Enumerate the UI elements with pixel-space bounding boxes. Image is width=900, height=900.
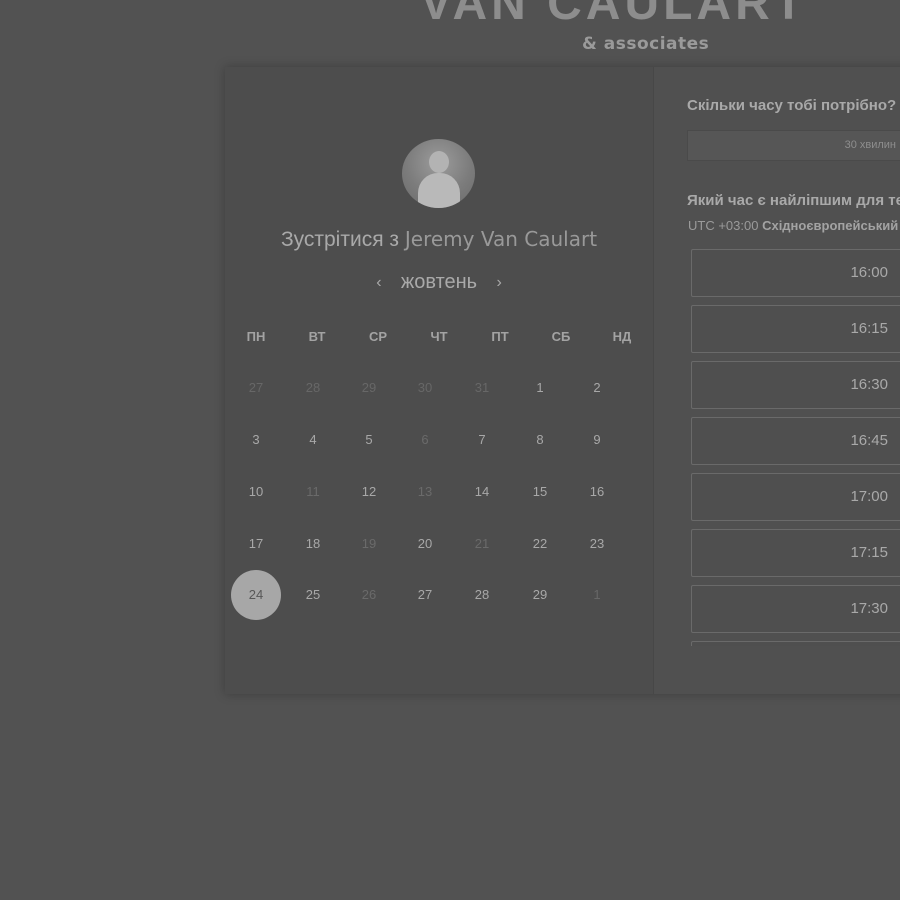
- calendar-day: 30: [417, 380, 433, 395]
- calendar-day[interactable]: 3: [231, 415, 281, 465]
- time-slot-list: 16:00 16:15 16:30 16:45 17:00 17:15 17:30 17:45: [691, 249, 900, 646]
- avatar-body: [418, 173, 460, 208]
- calendar-day[interactable]: 4: [288, 415, 338, 465]
- calendar-day[interactable]: 8: [515, 415, 565, 465]
- host-name: Jeremy Van Caulart: [404, 227, 598, 251]
- calendar-day: 1: [593, 587, 601, 602]
- calendar-day: 19: [361, 536, 377, 551]
- month-navigation: ‹ жовтень ›: [225, 271, 653, 297]
- calendar-day[interactable]: 25: [288, 570, 338, 620]
- time-slot-button[interactable]: 17:30: [691, 585, 900, 633]
- time-slot-button[interactable]: 16:30: [691, 361, 900, 409]
- calendar-day[interactable]: 27: [400, 570, 450, 620]
- calendar-day[interactable]: 5: [344, 415, 394, 465]
- timezone-offset: UTC +03:00: [688, 218, 763, 233]
- month-label: жовтень: [400, 271, 478, 294]
- time-slot-button[interactable]: 17:00: [691, 473, 900, 521]
- calendar-day[interactable]: 20: [400, 519, 450, 569]
- calendar-panel: Зустрітися з Jeremy Van Caulart ‹ жовтень…: [225, 67, 653, 694]
- weekday-label: ПТ: [491, 329, 509, 344]
- time-slot-button[interactable]: 16:00: [691, 249, 900, 297]
- calendar-day[interactable]: 9: [572, 415, 622, 465]
- duration-label: Скільки часу тобі потрібно?: [687, 97, 897, 114]
- calendar-day[interactable]: 15: [515, 467, 565, 517]
- time-label: Який час є найліпшим для тебе?: [687, 192, 900, 209]
- brand-logo-subtitle: & associates: [582, 34, 710, 54]
- meet-prefix: Зустрітися з: [280, 228, 405, 251]
- calendar-day[interactable]: 7: [457, 415, 507, 465]
- meet-title: Зустрітися з Jeremy Van Caulart: [225, 227, 653, 252]
- calendar-day[interactable]: 1: [515, 363, 565, 413]
- calendar-day[interactable]: 22: [515, 519, 565, 569]
- weekday-label: ВТ: [308, 329, 326, 344]
- calendar-day[interactable]: 17: [231, 519, 281, 569]
- chevron-right-icon[interactable]: ›: [489, 274, 509, 292]
- brand-logo-title: VAN CAULART: [420, 0, 808, 30]
- duration-select[interactable]: 30 хвилин: [687, 130, 900, 161]
- weekday-label: ПН: [246, 329, 266, 344]
- time-slot-button[interactable]: 17:45: [691, 641, 900, 646]
- booking-card: Зустрітися з Jeremy Van Caulart ‹ жовтень…: [225, 67, 900, 694]
- avatar: [402, 139, 475, 208]
- calendar-day: 31: [474, 380, 490, 395]
- time-slot-button[interactable]: 16:45: [691, 417, 900, 465]
- calendar-day[interactable]: 14: [457, 467, 507, 517]
- calendar-day: 11: [306, 484, 320, 499]
- calendar-day[interactable]: 23: [572, 519, 622, 569]
- calendar-day: 13: [417, 484, 433, 499]
- weekday-label: СБ: [551, 329, 571, 344]
- weekday-label: НД: [612, 329, 632, 344]
- weekday-label: ЧТ: [430, 329, 448, 344]
- calendar-day: 27: [248, 380, 264, 395]
- calendar-day: 29: [361, 380, 377, 395]
- weekday-header: ПН ВТ СР ЧТ ПТ СБ НД: [225, 329, 653, 345]
- timezone-line[interactable]: UTC +03:00 Східноєвропейський час: [688, 218, 900, 233]
- calendar-day[interactable]: 28: [457, 570, 507, 620]
- calendar-day: 6: [421, 432, 429, 447]
- calendar-day: 28: [305, 380, 321, 395]
- timezone-name: Східноєвропейський час: [762, 218, 900, 233]
- calendar-day[interactable]: 29: [515, 570, 565, 620]
- time-panel: Скільки часу тобі потрібно? 30 хвилин Як…: [653, 67, 900, 694]
- time-slot-button[interactable]: 17:15: [691, 529, 900, 577]
- calendar-day[interactable]: 10: [231, 467, 281, 517]
- calendar-day[interactable]: 12: [344, 467, 394, 517]
- time-slot-button[interactable]: 16:15: [691, 305, 900, 353]
- weekday-label: СР: [368, 329, 388, 344]
- calendar-day-selected[interactable]: 24: [231, 570, 281, 620]
- calendar-day: 21: [474, 536, 490, 551]
- calendar-day[interactable]: 18: [288, 519, 338, 569]
- calendar-day: 26: [361, 587, 377, 602]
- chevron-left-icon[interactable]: ‹: [369, 274, 389, 292]
- calendar-day[interactable]: 2: [572, 363, 622, 413]
- calendar-day[interactable]: 16: [572, 467, 622, 517]
- avatar-head: [429, 151, 449, 173]
